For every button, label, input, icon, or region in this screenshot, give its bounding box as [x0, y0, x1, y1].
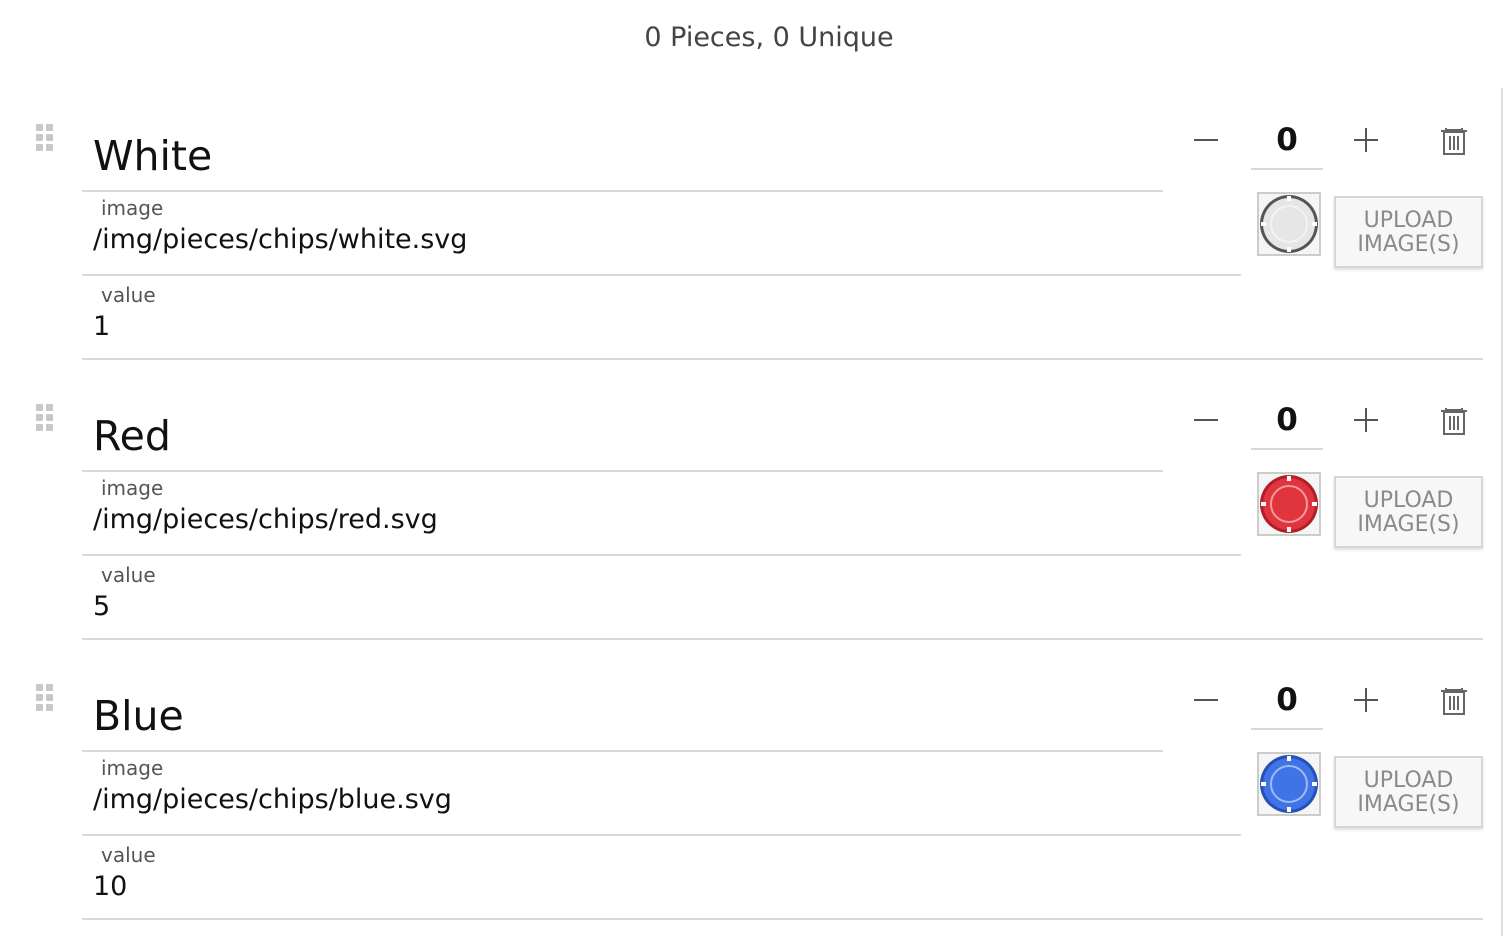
piece-name-field[interactable]: Red	[82, 400, 1163, 472]
drag-handle-icon[interactable]	[36, 404, 56, 432]
upload-images-button[interactable]: UPLOAD IMAGE(S)	[1334, 476, 1483, 548]
image-field[interactable]: image /img/pieces/chips/red.svg	[82, 476, 1241, 556]
piece-name: White	[93, 132, 213, 180]
drag-handle-icon[interactable]	[36, 124, 56, 152]
plus-icon	[1354, 688, 1378, 712]
image-path: /img/pieces/chips/white.svg	[93, 224, 468, 255]
chip-preview	[1257, 752, 1321, 816]
image-field[interactable]: image /img/pieces/chips/blue.svg	[82, 756, 1241, 836]
plus-icon	[1354, 128, 1378, 152]
piece-name: Red	[93, 412, 171, 460]
pieces-editor: 0 Pieces, 0 Unique White 0 image /img/pi…	[0, 0, 1510, 936]
increment-button[interactable]	[1346, 128, 1386, 168]
decrement-button[interactable]	[1186, 408, 1226, 448]
image-path: /img/pieces/chips/blue.svg	[93, 784, 452, 815]
image-label: image	[101, 476, 164, 500]
piece-name-field[interactable]: Blue	[82, 680, 1163, 752]
minus-icon	[1194, 139, 1218, 141]
value-text: 10	[93, 871, 128, 902]
image-label: image	[101, 196, 164, 220]
image-path: /img/pieces/chips/red.svg	[93, 504, 438, 535]
delete-button[interactable]	[1434, 405, 1474, 448]
trash-icon	[1441, 125, 1467, 155]
chip-preview	[1257, 192, 1321, 256]
decrement-button[interactable]	[1186, 688, 1226, 728]
chip-icon	[1260, 475, 1318, 533]
minus-icon	[1194, 419, 1218, 421]
decrement-button[interactable]	[1186, 128, 1226, 168]
delete-button[interactable]	[1434, 125, 1474, 168]
chip-icon	[1260, 195, 1318, 253]
value-field[interactable]: value 10	[82, 843, 1483, 920]
value-text: 1	[93, 311, 111, 342]
plus-icon	[1354, 408, 1378, 432]
value-label: value	[101, 283, 156, 307]
quantity-field[interactable]: 0	[1251, 118, 1323, 170]
increment-button[interactable]	[1346, 408, 1386, 448]
piece-name: Blue	[93, 692, 184, 740]
increment-button[interactable]	[1346, 688, 1386, 728]
trash-icon	[1441, 685, 1467, 715]
piece-row: White 0 image /img/pieces/chips/white.sv…	[0, 100, 1500, 360]
upload-images-button[interactable]: UPLOAD IMAGE(S)	[1334, 196, 1483, 268]
value-field[interactable]: value 5	[82, 563, 1483, 640]
quantity-field[interactable]: 0	[1251, 398, 1323, 450]
scrollbar[interactable]	[1501, 88, 1510, 936]
minus-icon	[1194, 699, 1218, 701]
value-field[interactable]: value 1	[82, 283, 1483, 360]
value-label: value	[101, 563, 156, 587]
drag-handle-icon[interactable]	[36, 684, 56, 712]
upload-images-button[interactable]: UPLOAD IMAGE(S)	[1334, 756, 1483, 828]
value-label: value	[101, 843, 156, 867]
image-field[interactable]: image /img/pieces/chips/white.svg	[82, 196, 1241, 276]
piece-row: Red 0 image /img/pieces/chips/red.svg UP…	[0, 380, 1500, 640]
quantity-field[interactable]: 0	[1251, 678, 1323, 730]
piece-row: Blue 0 image /img/pieces/chips/blue.svg	[0, 660, 1500, 920]
chip-icon	[1260, 755, 1318, 813]
piece-name-field[interactable]: White	[82, 120, 1163, 192]
image-label: image	[101, 756, 164, 780]
value-text: 5	[93, 591, 111, 622]
trash-icon	[1441, 405, 1467, 435]
pieces-summary: 0 Pieces, 0 Unique	[644, 22, 894, 53]
delete-button[interactable]	[1434, 685, 1474, 728]
chip-preview	[1257, 472, 1321, 536]
